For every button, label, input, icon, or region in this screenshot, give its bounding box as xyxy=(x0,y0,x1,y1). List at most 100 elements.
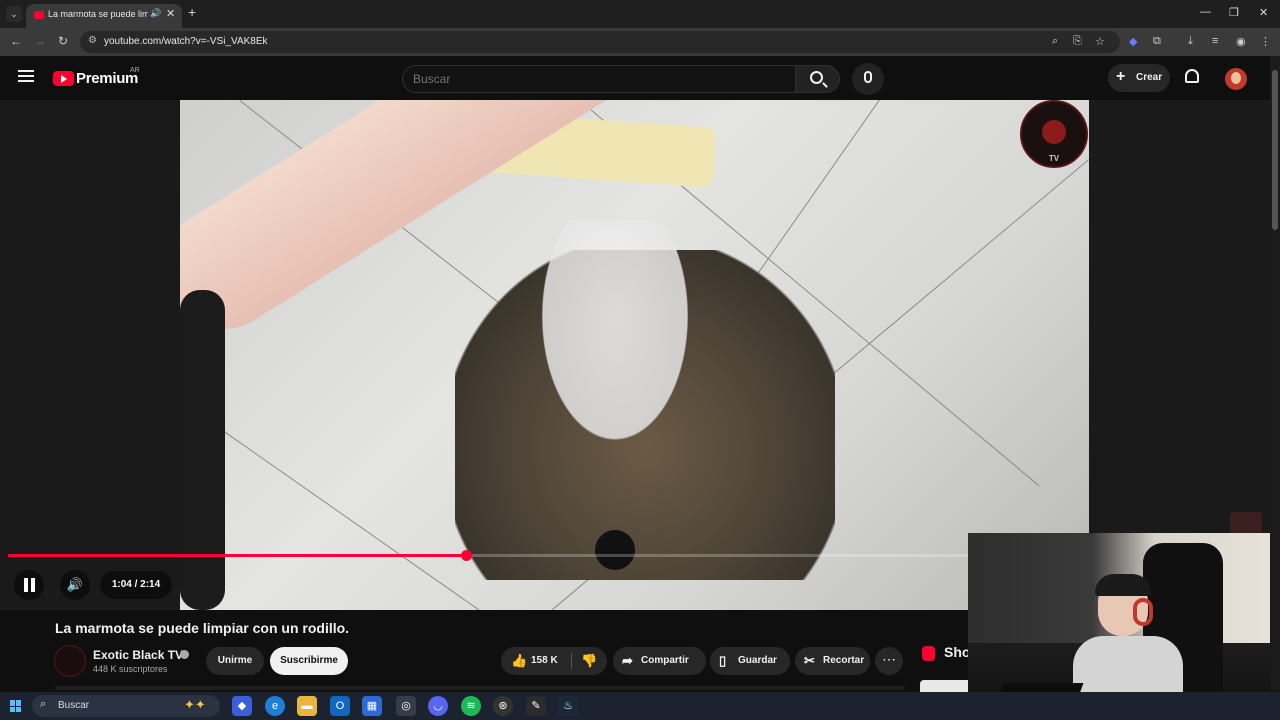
discord-icon[interactable]: ◡ xyxy=(428,696,448,716)
download-icon[interactable]: ⤓ xyxy=(1188,35,1193,48)
channel-watermark[interactable]: TV xyxy=(1020,100,1088,168)
extensions-puzzle-icon[interactable]: ⧉ xyxy=(1153,35,1161,48)
save-label: Guardar xyxy=(738,655,777,666)
edge-icon[interactable]: e xyxy=(265,696,285,716)
sparkle-icon: ✦✦ xyxy=(184,697,206,712)
zoom-icon[interactable]: ⌕ xyxy=(1052,35,1058,48)
search-icon: ⌕ xyxy=(40,698,47,710)
headset-image xyxy=(1133,598,1153,626)
minimize-button[interactable]: — xyxy=(1200,6,1211,18)
country-code: AR xyxy=(130,67,140,74)
clip-label: Recortar xyxy=(823,655,865,666)
clip-button[interactable]: ✂ Recortar xyxy=(795,647,870,675)
restore-button[interactable]: ❐ xyxy=(1229,6,1239,19)
brand-label[interactable]: Premium xyxy=(76,70,138,87)
notifications-bell-icon[interactable] xyxy=(1185,69,1199,83)
copilot-icon[interactable]: ◆ xyxy=(232,696,252,716)
mic-icon xyxy=(864,71,872,83)
like-dislike-group: 👍 158 K 👎 xyxy=(501,647,607,675)
description-box[interactable] xyxy=(55,686,905,690)
notepad-icon[interactable]: ✎ xyxy=(526,696,546,716)
browser-tab[interactable]: La marmota se puede limpi 🔊 ✕ xyxy=(26,4,182,28)
install-icon[interactable]: ⎘ xyxy=(1073,35,1082,48)
progress-played xyxy=(8,554,467,557)
save-button[interactable]: ▯ Guardar xyxy=(710,647,790,675)
channel-name[interactable]: Exotic Black TV xyxy=(93,648,183,662)
back-button[interactable]: ← xyxy=(10,34,22,48)
scissors-icon: ✂ xyxy=(804,653,815,668)
snout-image xyxy=(595,530,635,570)
spider-logo-icon xyxy=(1042,120,1066,144)
subscribe-button[interactable]: Suscribirme xyxy=(270,647,348,675)
youtube-logo-icon[interactable] xyxy=(53,71,74,86)
end-card-thumbnail[interactable] xyxy=(1230,512,1262,534)
shorts-label: Sho xyxy=(944,644,971,660)
create-button[interactable]: + Crear xyxy=(1108,64,1170,92)
windows-taskbar: ⌕ Buscar ✦✦ ◆ e ▬ O ▦ ◎ ◡ ≋ ⊛ ✎ ♨ xyxy=(0,692,1280,720)
plus-icon: + xyxy=(1116,68,1126,85)
taskbar-search[interactable]: ⌕ Buscar ✦✦ xyxy=(32,695,220,717)
site-info-icon[interactable]: ⚙ xyxy=(88,35,97,46)
steam-logo-icon[interactable]: ⊛ xyxy=(493,696,513,716)
menu-icon[interactable] xyxy=(18,70,34,82)
bookmark-icon: ▯ xyxy=(719,653,727,668)
subscriber-count: 448 K suscriptores xyxy=(93,664,168,674)
url-text: youtube.com/watch?v=-VSi_VAK8Ek xyxy=(104,36,268,47)
steam-icon[interactable]: ♨ xyxy=(558,696,578,716)
thumbs-down-icon[interactable]: 👎 xyxy=(581,653,597,669)
search-input[interactable] xyxy=(413,66,783,92)
chrome-icon[interactable]: ◎ xyxy=(396,696,416,716)
share-button[interactable]: ➦ Compartir xyxy=(613,647,706,675)
more-menu-icon[interactable]: ⋮ xyxy=(1260,35,1271,48)
windows-start-icon[interactable] xyxy=(10,700,22,712)
extension-icon[interactable]: ◆ xyxy=(1129,35,1137,48)
video-title: La marmota se puede limpiar con un rodil… xyxy=(55,620,350,636)
file-explorer-icon[interactable]: ▬ xyxy=(297,696,317,716)
avatar[interactable] xyxy=(1225,68,1247,90)
outlook-icon[interactable]: O xyxy=(330,696,350,716)
thumbs-up-icon[interactable]: 👍 xyxy=(511,653,527,669)
video-frame[interactable] xyxy=(180,100,1089,610)
watermark-text: TV xyxy=(1048,154,1060,163)
like-count[interactable]: 158 K xyxy=(531,655,558,666)
taskbar-search-label: Buscar xyxy=(58,700,90,711)
create-label: Crear xyxy=(1136,72,1163,83)
scrollbar-thumb[interactable] xyxy=(1272,70,1278,230)
join-button[interactable]: Unirme xyxy=(206,647,264,675)
share-label: Compartir xyxy=(641,655,689,666)
spotify-icon[interactable]: ≋ xyxy=(461,696,481,716)
browser-toolbar: ← → ↻ ⚙ youtube.com/watch?v=-VSi_VAK8Ek … xyxy=(0,28,1280,56)
search-icon xyxy=(810,71,823,84)
new-tab-button[interactable]: + xyxy=(188,4,196,20)
voice-search-button[interactable] xyxy=(852,63,884,95)
share-icon: ➦ xyxy=(622,653,633,668)
more-actions-button[interactable]: ⋯ xyxy=(875,647,903,675)
close-window-button[interactable]: ✕ xyxy=(1259,6,1268,19)
sleeve-image xyxy=(180,290,225,610)
browser-tab-bar: ⌄ La marmota se puede limpi 🔊 ✕ + — ❐ ✕ xyxy=(0,0,1280,28)
search-button[interactable] xyxy=(795,65,840,93)
close-tab-icon[interactable]: ✕ xyxy=(166,7,175,20)
channel-avatar[interactable] xyxy=(54,645,86,677)
divider xyxy=(571,653,572,669)
address-bar[interactable]: ⚙ youtube.com/watch?v=-VSi_VAK8Ek xyxy=(80,31,1120,53)
forward-button[interactable]: → xyxy=(34,34,46,48)
time-display: 1:04 / 2:14 xyxy=(100,571,172,599)
tab-search-button[interactable]: ⌄ xyxy=(6,6,22,22)
verified-check-icon xyxy=(180,650,189,659)
search-box[interactable] xyxy=(402,65,796,93)
volume-icon[interactable]: 🔊 xyxy=(60,570,90,600)
store-icon[interactable]: ▦ xyxy=(362,696,382,716)
reload-button[interactable]: ↻ xyxy=(58,34,68,48)
profile-icon[interactable]: ◉ xyxy=(1236,35,1246,48)
youtube-favicon-icon xyxy=(34,11,44,19)
speaker-icon[interactable]: 🔊 xyxy=(150,8,161,19)
pause-button[interactable] xyxy=(14,570,44,600)
bookmark-star-icon[interactable]: ☆ xyxy=(1095,35,1105,48)
youtube-header: Premium AR + Crear xyxy=(0,56,1270,100)
shorts-icon xyxy=(922,646,935,661)
foam-image xyxy=(530,220,700,460)
tab-title: La marmota se puede limpi xyxy=(48,9,148,19)
page-scrollbar[interactable] xyxy=(1270,56,1280,690)
media-controls-icon[interactable]: ≡ xyxy=(1212,35,1218,47)
